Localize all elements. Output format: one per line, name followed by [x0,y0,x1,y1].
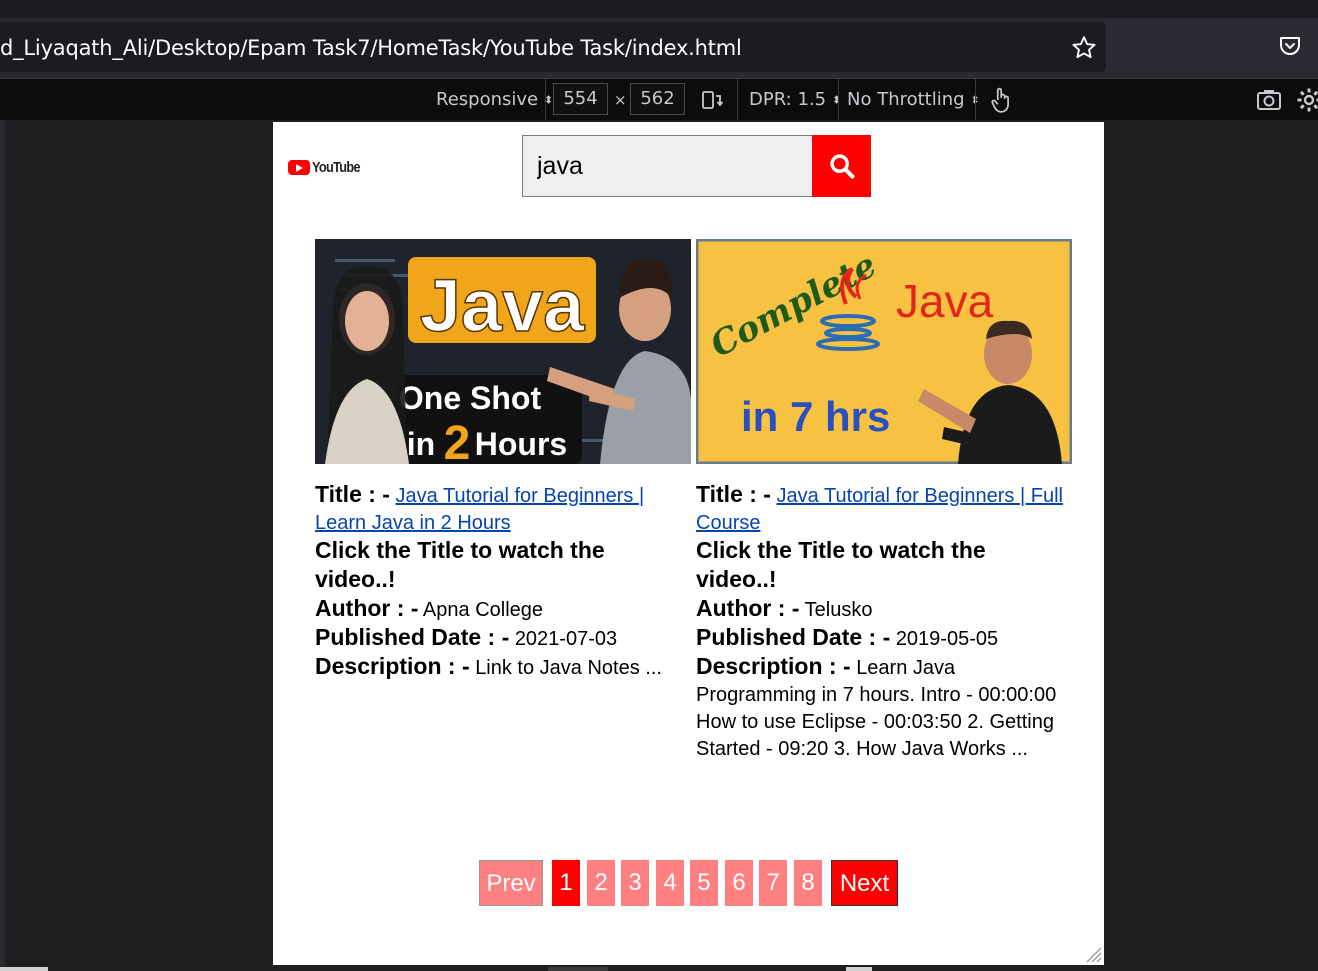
youtube-play-icon [288,160,310,175]
page-button-5[interactable]: 5 [690,860,718,906]
video-thumbnail[interactable]: Complete Java in 7 hrs [696,239,1072,464]
click-hint: Click the Title to watch the video..! [315,537,605,592]
page-button-6[interactable]: 6 [725,860,753,906]
toolbar-divider [737,79,738,121]
search-icon [829,154,855,179]
scrollbar-mark [548,967,608,971]
date-label: Published Date : - [696,624,891,650]
title-line: Title : - Java Tutorial for Beginners | … [315,481,691,537]
rotate-viewport-icon[interactable] [700,88,724,112]
author-label: Author : - [315,595,419,621]
youtube-logo-text: YouTube [312,159,361,176]
scrollbar-mark [846,967,872,971]
click-hint: Click the Title to watch the video..! [696,537,986,592]
thumb-text-two: 2 [444,417,471,464]
description-label: Description : - [315,653,470,679]
page-button-3[interactable]: 3 [621,860,649,906]
thumb-text-hours: Hours [475,426,567,462]
throttling-selector[interactable]: No Throttling ⬍ [847,89,980,110]
dimension-separator: × [614,91,627,109]
scrollbar-mark [0,967,48,971]
search-button[interactable] [812,135,871,197]
responsive-design-toolbar: Responsive ⬍ 554 × 562 DPR: 1.5 ⬍ No Thr… [0,78,1318,121]
screenshot-camera-icon[interactable] [1256,88,1282,112]
video-card: Complete Java in 7 hrs Title : - Java Tu… [696,239,1072,763]
viewport-resize-handle[interactable] [1084,945,1102,963]
author-label: Author : - [696,595,800,621]
search-input[interactable] [522,135,813,197]
thumb-text-7hrs: in 7 hrs [741,393,890,440]
author-value: Telusko [804,599,873,621]
author-value: Apna College [422,599,544,621]
toolbar-divider [975,79,976,121]
next-button[interactable]: Next [831,860,898,906]
page-button-2[interactable]: 2 [587,860,615,906]
page-button-8[interactable]: 8 [794,860,822,906]
navigation-toolbar: d_Liyaqath_Ali/Desktop/Epam Task7/HomeTa… [0,18,1318,78]
description-label: Description : - [696,653,851,679]
settings-gear-icon[interactable] [1296,87,1318,113]
viewport-height-input[interactable]: 562 [630,83,685,115]
video-thumbnail[interactable]: Java One Shot in 2 Hours [315,239,691,464]
thumb-text-oneshot: One Shot [399,380,542,416]
title-label: Title : - [315,481,390,507]
dpr-selector[interactable]: DPR: 1.5 ⬍ [749,89,841,110]
thumb-text-in: in [407,426,435,462]
title-line: Title : - Java Tutorial for Beginners | … [696,481,1072,537]
page-button-7[interactable]: 7 [759,860,787,906]
thumb-text-java: Java [896,275,994,327]
toolbar-divider [545,79,546,121]
pocket-icon[interactable] [1278,34,1302,58]
thumb-text-java: Java [420,264,585,347]
device-selector[interactable]: Responsive ⬍ [436,89,553,110]
url-text[interactable]: d_Liyaqath_Ali/Desktop/Epam Task7/HomeTa… [0,36,742,60]
description-value: Link to Java Notes ... [475,657,662,679]
url-bar[interactable]: d_Liyaqath_Ali/Desktop/Epam Task7/HomeTa… [0,22,1106,72]
date-value: 2019-05-05 [895,628,999,650]
title-label: Title : - [696,481,771,507]
toolbar-divider [838,79,839,121]
date-value: 2021-07-03 [514,628,618,650]
viewport-width-input[interactable]: 554 [553,83,608,115]
video-card: Java One Shot in 2 Hours Title : - Java … [315,239,691,682]
youtube-logo[interactable]: YouTube [288,159,368,176]
page-button-4[interactable]: 4 [656,860,684,906]
page-button-1[interactable]: 1 [552,860,580,906]
date-label: Published Date : - [315,624,510,650]
prev-button[interactable]: Prev [479,860,543,906]
responsive-viewport: YouTube Java One Shot in 2 H [273,122,1104,965]
bookmark-star-icon[interactable] [1070,34,1098,62]
window-top-strip [0,0,1318,18]
touch-simulation-icon[interactable] [988,86,1014,114]
